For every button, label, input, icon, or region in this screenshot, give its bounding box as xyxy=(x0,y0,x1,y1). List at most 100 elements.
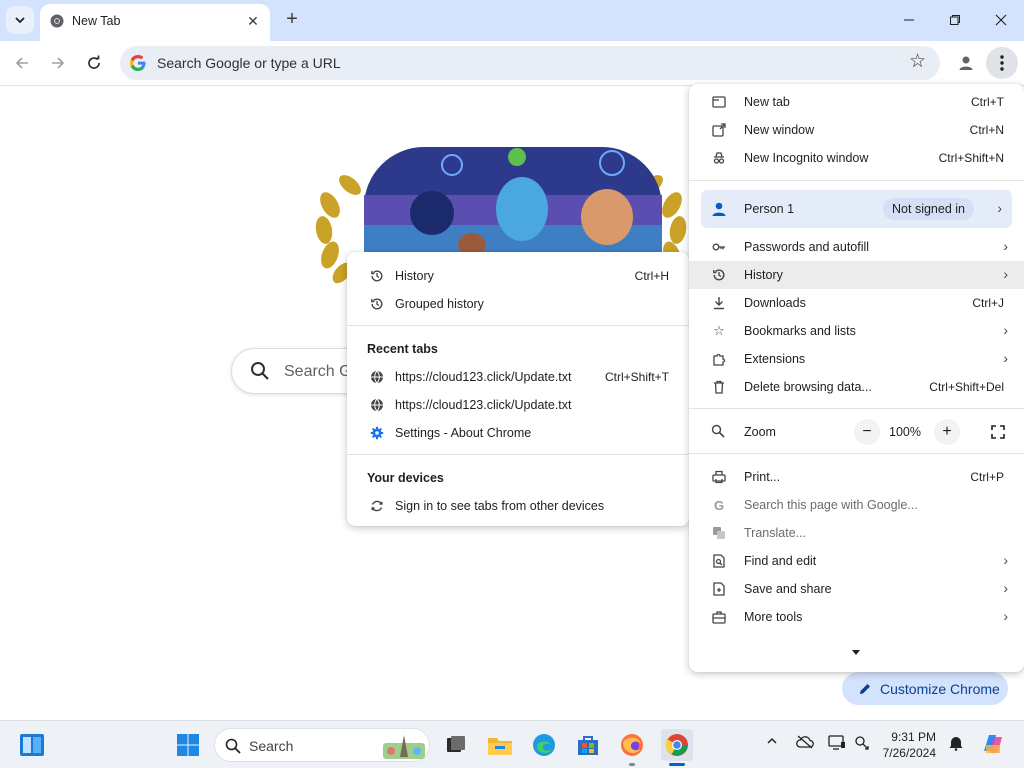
recent-tab-item[interactable]: https://cloud123.click/Update.txt xyxy=(347,391,689,419)
more-tools-item[interactable]: More tools › xyxy=(689,603,1024,631)
profile-row[interactable]: Person 1 Not signed in › xyxy=(701,190,1012,228)
trash-icon xyxy=(711,379,727,395)
toolbar: Search Google or type a URL ☆ xyxy=(0,41,1024,86)
store-button[interactable] xyxy=(572,729,604,761)
delete-browsing-data-item[interactable]: Delete browsing data... Ctrl+Shift+Del xyxy=(689,373,1024,401)
extensions-item[interactable]: Extensions › xyxy=(689,345,1024,373)
sign-in-devices-item[interactable]: Sign in to see tabs from other devices xyxy=(347,492,689,520)
new-window-item[interactable]: New window Ctrl+N xyxy=(689,116,1024,144)
pencil-icon xyxy=(860,683,870,694)
divider xyxy=(347,325,689,326)
monitor-icon xyxy=(828,735,845,750)
new-tab-button[interactable]: + xyxy=(282,9,302,29)
firefox-running-indicator xyxy=(629,763,635,766)
chevron-right-icon: › xyxy=(1003,322,1008,338)
system-clock[interactable]: 9:31 PM 7/26/2024 xyxy=(882,729,936,761)
history-submenu: History Ctrl+H Grouped history Recent ta… xyxy=(347,252,689,526)
minimize-button[interactable] xyxy=(886,5,932,35)
bookmarks-item[interactable]: ☆ Bookmarks and lists › xyxy=(689,317,1024,345)
new-incognito-item[interactable]: New Incognito window Ctrl+Shift+N xyxy=(689,144,1024,172)
search-page-with-google-item[interactable]: G Search this page with Google... xyxy=(689,491,1024,519)
divider xyxy=(689,453,1024,454)
customize-chrome-button[interactable]: Customize Chrome xyxy=(842,672,1008,705)
new-tab-item[interactable]: New tab Ctrl+T xyxy=(689,88,1024,116)
zoom-icon xyxy=(711,424,725,441)
copilot-button[interactable] xyxy=(980,731,1006,760)
history-icon xyxy=(711,267,727,283)
notifications-button[interactable] xyxy=(948,735,964,754)
edge-icon xyxy=(533,734,555,756)
profile-button[interactable] xyxy=(952,49,980,77)
globe-icon xyxy=(369,369,385,385)
close-window-button[interactable] xyxy=(978,5,1024,35)
new-window-icon xyxy=(711,122,727,138)
star-icon: ☆ xyxy=(713,323,725,338)
tab-search-button[interactable] xyxy=(6,6,34,34)
history-menu-item[interactable]: History Ctrl+H xyxy=(347,262,689,290)
globe-icon xyxy=(369,397,385,413)
minimize-icon xyxy=(904,19,914,21)
restore-button[interactable] xyxy=(932,5,978,35)
network-icon xyxy=(855,736,869,750)
search-icon xyxy=(225,738,241,754)
search-highlight-icon xyxy=(383,735,425,759)
save-and-share-item[interactable]: Save and share › xyxy=(689,575,1024,603)
toolbox-icon xyxy=(711,609,727,625)
history-icon xyxy=(369,268,385,284)
chevron-right-icon: › xyxy=(1003,266,1008,282)
forward-button[interactable] xyxy=(44,49,72,77)
divider xyxy=(689,408,1024,409)
chrome-taskbar-button[interactable] xyxy=(661,729,693,761)
key-icon xyxy=(711,239,727,255)
close-tab-icon[interactable]: ✕ xyxy=(244,12,262,30)
bookmark-star-icon[interactable]: ☆ xyxy=(909,52,926,71)
back-button[interactable] xyxy=(8,49,36,77)
reload-button[interactable] xyxy=(80,49,108,77)
file-explorer-button[interactable] xyxy=(484,729,516,761)
close-icon xyxy=(995,14,1007,26)
grouped-history-item[interactable]: Grouped history xyxy=(347,290,689,318)
person-icon xyxy=(711,201,727,220)
print-item[interactable]: Print... Ctrl+P xyxy=(689,463,1024,491)
translate-item[interactable]: Translate... xyxy=(689,519,1024,547)
recent-tab-item[interactable]: Settings - About Chrome xyxy=(347,419,689,447)
chrome-menu-button[interactable] xyxy=(986,47,1018,79)
address-bar[interactable]: Search Google or type a URL ☆ xyxy=(120,46,940,80)
restore-icon xyxy=(950,15,960,25)
store-icon xyxy=(578,736,598,755)
display-tray-button[interactable] xyxy=(828,735,846,754)
firefox-button[interactable] xyxy=(616,729,648,761)
zoom-out-button[interactable]: − xyxy=(854,419,880,445)
tab-new-tab[interactable]: New Tab ✕ xyxy=(40,4,270,41)
sync-icon xyxy=(369,498,385,514)
network-tray-button[interactable] xyxy=(854,735,870,754)
save-share-icon xyxy=(711,581,727,597)
bell-icon xyxy=(950,737,962,751)
task-view-button[interactable] xyxy=(440,729,472,761)
zoom-in-button[interactable]: + xyxy=(934,419,960,445)
passwords-item[interactable]: Passwords and autofill › xyxy=(689,233,1024,261)
cloud-offline-icon xyxy=(796,735,814,749)
history-item[interactable]: History › xyxy=(689,261,1024,289)
downloads-item[interactable]: Downloads Ctrl+J xyxy=(689,289,1024,317)
person-icon xyxy=(959,56,973,70)
widgets-icon xyxy=(20,734,44,756)
more-vert-icon xyxy=(1000,55,1004,71)
scroll-down-arrow-icon[interactable] xyxy=(852,644,860,659)
recent-tab-item[interactable]: https://cloud123.click/Update.txt Ctrl+S… xyxy=(347,363,689,391)
fullscreen-button[interactable] xyxy=(985,419,1011,445)
widgets-button[interactable] xyxy=(16,729,48,761)
edge-button[interactable] xyxy=(528,729,560,761)
start-button[interactable] xyxy=(172,729,204,761)
puzzle-icon xyxy=(711,351,727,367)
chevron-right-icon: › xyxy=(1003,608,1008,624)
onedrive-tray-button[interactable] xyxy=(796,735,814,752)
chevron-up-icon xyxy=(767,737,777,744)
chevron-right-icon: › xyxy=(1003,580,1008,596)
find-and-edit-item[interactable]: Find and edit › xyxy=(689,547,1024,575)
show-hidden-icons-button[interactable] xyxy=(766,735,778,750)
taskbar-search-box[interactable]: Search xyxy=(214,728,430,762)
reload-icon xyxy=(88,55,100,69)
zoom-level: 100% xyxy=(889,425,921,439)
chevron-right-icon: › xyxy=(1003,238,1008,254)
